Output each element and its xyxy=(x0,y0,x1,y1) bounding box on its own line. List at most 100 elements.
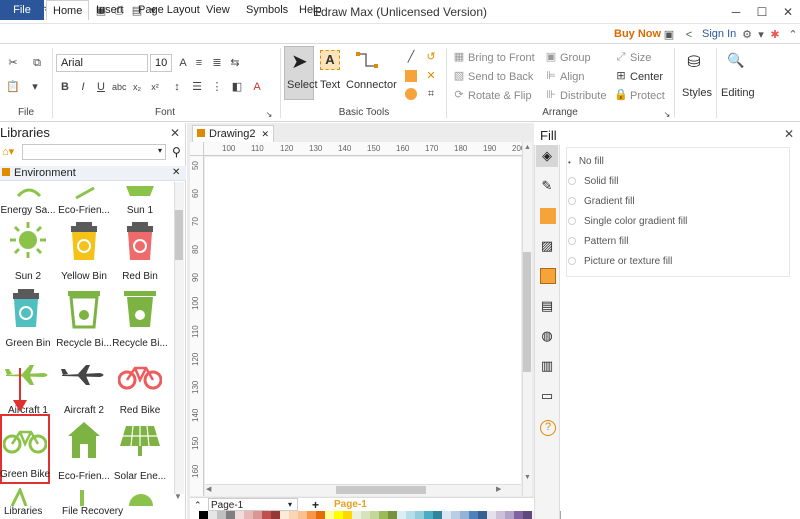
page-nav-icon[interactable]: ⌃ xyxy=(194,498,202,512)
color-swatch[interactable] xyxy=(460,511,469,519)
radio-button[interactable]: • xyxy=(568,158,571,167)
tab-insert[interactable]: Insert xyxy=(90,0,130,20)
underline-icon[interactable]: U xyxy=(94,80,108,94)
shape-sun-2[interactable]: Sun 2 xyxy=(0,216,56,282)
shape-solar-energy[interactable]: Solar Ene... xyxy=(112,416,168,482)
layer-icon[interactable] xyxy=(540,268,556,284)
distribute-button[interactable]: Distribute xyxy=(560,89,606,103)
fill-option-gradient[interactable]: Gradient fill xyxy=(568,196,635,207)
color-swatch[interactable] xyxy=(244,511,253,519)
color-swatch[interactable] xyxy=(442,511,451,519)
radio-button[interactable] xyxy=(568,177,576,185)
color-swatch[interactable] xyxy=(208,511,217,519)
tab-libraries[interactable]: Libraries xyxy=(4,505,42,519)
color-swatch[interactable] xyxy=(523,511,532,519)
shape-red-bin[interactable]: Red Bin xyxy=(112,216,168,282)
subscript-icon[interactable]: x₂ xyxy=(130,80,144,94)
add-page-icon[interactable]: + xyxy=(312,498,319,512)
color-swatch[interactable] xyxy=(352,511,361,519)
color-swatch[interactable] xyxy=(388,511,397,519)
drawing-canvas[interactable] xyxy=(205,157,521,495)
fill-icon[interactable]: ◈ xyxy=(539,148,555,164)
page-properties-icon[interactable]: ▤ xyxy=(539,298,555,314)
page-selector[interactable]: Page-1 xyxy=(208,498,298,511)
fill-option-single-color-gradient[interactable]: Single color gradient fill xyxy=(568,216,687,227)
color-swatch[interactable] xyxy=(271,511,280,519)
buy-now-link[interactable]: Buy Now xyxy=(614,24,661,44)
color-swatch[interactable] xyxy=(361,511,370,519)
hyperlink-globe-icon[interactable]: ◍ xyxy=(539,328,555,344)
color-swatch[interactable] xyxy=(253,511,262,519)
shape-eco-friendly[interactable]: Eco-Frien... xyxy=(56,150,112,216)
font-dialog-launcher-icon[interactable]: ↘ xyxy=(262,108,276,122)
arrange-dialog-launcher-icon[interactable]: ↘ xyxy=(660,108,674,122)
tab-file[interactable]: File xyxy=(0,0,44,20)
shape-partial-2[interactable] xyxy=(72,488,92,506)
color-swatch[interactable] xyxy=(280,511,289,519)
color-swatch[interactable] xyxy=(262,511,271,519)
arc-tool-icon[interactable]: ↺ xyxy=(424,50,438,64)
connector-icon[interactable] xyxy=(356,50,378,70)
color-swatch[interactable] xyxy=(217,511,226,519)
protect-button[interactable]: Protect xyxy=(630,89,665,103)
comment-icon[interactable]: ▭ xyxy=(539,388,555,404)
format-painter-icon[interactable]: ▾ xyxy=(28,80,42,94)
bullets-icon[interactable]: ☰ xyxy=(190,80,204,94)
strikethrough-icon[interactable]: abc xyxy=(112,80,127,94)
color-swatch[interactable] xyxy=(343,511,352,519)
help-icon[interactable]: ? xyxy=(540,420,556,436)
line-style-icon[interactable]: ✎ xyxy=(539,178,555,194)
settings-gear-icon[interactable]: ⚙ xyxy=(740,28,754,42)
scroll-left-icon[interactable]: ◀ xyxy=(206,485,211,493)
page-selector-dropdown-icon[interactable]: ▾ xyxy=(288,498,292,512)
color-swatch[interactable] xyxy=(316,511,325,519)
tab-help[interactable]: Help xyxy=(293,0,328,20)
scroll-right-icon[interactable]: ▶ xyxy=(496,485,501,493)
rectangle-tool-icon[interactable] xyxy=(405,70,417,82)
color-swatch[interactable] xyxy=(307,511,316,519)
color-swatch[interactable] xyxy=(487,511,496,519)
font-name-select[interactable]: Arial xyxy=(56,54,148,72)
color-swatch[interactable] xyxy=(379,511,388,519)
align-text-icon[interactable]: ≣ xyxy=(210,56,224,70)
image-icon[interactable]: ▨ xyxy=(539,238,555,254)
document-tab[interactable]: Drawing2 ✕ xyxy=(192,125,274,143)
document-tab-close-icon[interactable]: ✕ xyxy=(261,126,269,142)
color-swatch[interactable] xyxy=(397,511,406,519)
color-swatch[interactable] xyxy=(370,511,379,519)
color-swatch[interactable] xyxy=(406,511,415,519)
color-swatch[interactable] xyxy=(451,511,460,519)
share-icon[interactable]: < xyxy=(682,28,696,42)
scroll-down-icon[interactable]: ▼ xyxy=(524,474,531,481)
shape-eco-friendly-house[interactable]: Eco-Frien... xyxy=(56,416,112,482)
bring-to-front-button[interactable]: Bring to Front xyxy=(468,51,535,65)
line-spacing-icon[interactable]: ≡ xyxy=(192,56,206,70)
fill-option-solid[interactable]: Solid fill xyxy=(568,176,618,187)
vertical-scrollbar-thumb[interactable] xyxy=(523,252,531,372)
maximize-icon[interactable]: ☐ xyxy=(750,2,774,22)
bold-icon[interactable]: B xyxy=(58,80,72,94)
color-swatch[interactable] xyxy=(505,511,514,519)
shape-red-bike[interactable]: Red Bike xyxy=(112,350,168,416)
connector-label[interactable]: Connector xyxy=(346,78,397,92)
shape-energy-saving[interactable]: Energy Sa... xyxy=(0,150,56,216)
cart-icon[interactable]: ▣ xyxy=(662,28,676,42)
radio-button[interactable] xyxy=(568,217,576,225)
ellipse-tool-icon[interactable] xyxy=(405,88,417,100)
align-button[interactable]: Align xyxy=(560,70,584,84)
shape-partial-3[interactable] xyxy=(128,486,154,506)
font-size-select[interactable]: 10 xyxy=(150,54,172,72)
grow-font-icon[interactable]: A xyxy=(176,56,190,70)
shadow-icon[interactable] xyxy=(540,208,556,224)
text-tool-icon[interactable]: A xyxy=(320,50,340,70)
theme-icon[interactable]: ✱ xyxy=(768,28,782,42)
tab-file-recovery[interactable]: File Recovery xyxy=(62,505,123,519)
color-swatch[interactable] xyxy=(199,511,208,519)
color-swatch[interactable] xyxy=(325,511,334,519)
paragraph-spacing-icon[interactable]: ↕ xyxy=(170,80,184,94)
cross-tool-icon[interactable]: ✕ xyxy=(424,69,438,83)
color-swatch[interactable] xyxy=(226,511,235,519)
radio-button[interactable] xyxy=(568,257,576,265)
text-direction-icon[interactable]: ⇆ xyxy=(228,56,242,70)
styles-button[interactable]: Styles xyxy=(682,86,712,100)
